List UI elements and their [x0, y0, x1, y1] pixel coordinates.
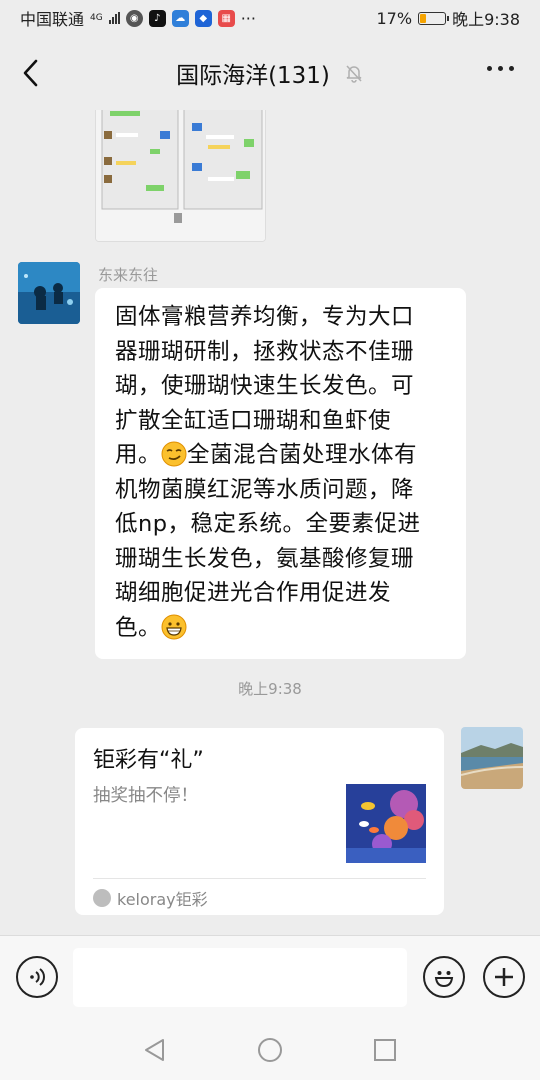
- chat-title: 国际海洋(131): [176, 63, 330, 89]
- sender-name: 东来东往: [98, 266, 159, 284]
- message-line: 用。 全菌混合菌处理水体有: [115, 441, 418, 468]
- status-bar: 中国联通 4G ◉ ♪ ☁ ◆ ▦ ··· 17% 晚上9:38: [0, 0, 540, 36]
- my-avatar[interactable]: [461, 727, 523, 789]
- grin-emoji-icon: [161, 614, 187, 639]
- shield-app-icon: ◆: [194, 9, 212, 27]
- battery-percent: 17%: [376, 8, 413, 28]
- chat-input-bar: [0, 935, 540, 1020]
- message-line: 瑚细胞促进光合作用促进发: [115, 580, 392, 606]
- message-timestamp: 晚上9:38: [238, 680, 302, 698]
- system-nav-bar: [0, 1020, 540, 1080]
- smirk-emoji-icon: [161, 441, 187, 467]
- message-line: 扩散全缸适口珊瑚和鱼虾使: [115, 407, 392, 434]
- message-line: 器珊瑚研制，拯救状态不佳珊: [115, 338, 415, 365]
- message-line: 色。: [115, 611, 448, 646]
- nav-back-icon[interactable]: [141, 1036, 169, 1064]
- image-message[interactable]: [95, 110, 266, 242]
- message-input[interactable]: [73, 948, 407, 1007]
- emoji-icon[interactable]: [423, 956, 465, 998]
- mute-bell-icon: [346, 65, 362, 83]
- more-notifications-icon: ···: [240, 8, 256, 28]
- text-message-bubble[interactable]: 固体膏粮营养均衡，专为大口 器珊瑚研制，拯救状态不佳珊 瑚，使珊瑚快速生长发色。…: [95, 288, 466, 659]
- message-line: 机物菌膜红泥等水质问题，降: [115, 476, 415, 503]
- app-notification-icon: ◉: [125, 9, 143, 27]
- sender-avatar[interactable]: [18, 262, 80, 324]
- message-list[interactable]: 东来东往 固体膏粮营养均衡，专为大口 器珊瑚研制，拯救状态不佳珊 瑚，使珊瑚快速…: [0, 110, 540, 935]
- chat-header: 国际海洋(131): [0, 36, 540, 110]
- voice-icon[interactable]: [16, 956, 58, 998]
- network-type: 4G: [90, 12, 103, 23]
- nav-recent-icon[interactable]: [371, 1036, 399, 1064]
- message-line: 珊瑚生长发色，氨基酸修复珊: [115, 545, 415, 572]
- signal-icon: [108, 12, 120, 24]
- message-line: 低np，稳定系统。全要素促进: [115, 511, 421, 537]
- card-source: keloray钜彩: [93, 886, 208, 910]
- message-line: 固体膏粮营养均衡，专为大口: [115, 304, 415, 330]
- card-divider: [93, 878, 426, 879]
- message-line: 瑚，使珊瑚快速生长发色。可: [115, 373, 415, 399]
- card-title: 钜彩有“礼”: [93, 748, 204, 773]
- card-description: 抽奖抽不停！: [93, 786, 198, 806]
- card-source-name: keloray钜彩: [117, 890, 208, 909]
- cloud-app-icon: ☁: [171, 9, 189, 27]
- tiktok-icon: ♪: [148, 9, 166, 27]
- source-logo-icon: [93, 889, 111, 907]
- carrier-label: 中国联通: [20, 10, 85, 29]
- more-icon[interactable]: [487, 66, 514, 71]
- battery-icon: [418, 11, 450, 25]
- news-app-icon: ▦: [217, 9, 235, 27]
- add-icon[interactable]: [483, 956, 525, 998]
- nav-home-icon[interactable]: [256, 1036, 284, 1064]
- clock: 晚上9:38: [452, 10, 520, 29]
- card-thumbnail: [346, 784, 426, 863]
- link-card-message[interactable]: 钜彩有“礼” 抽奖抽不停！ keloray钜彩: [75, 728, 444, 915]
